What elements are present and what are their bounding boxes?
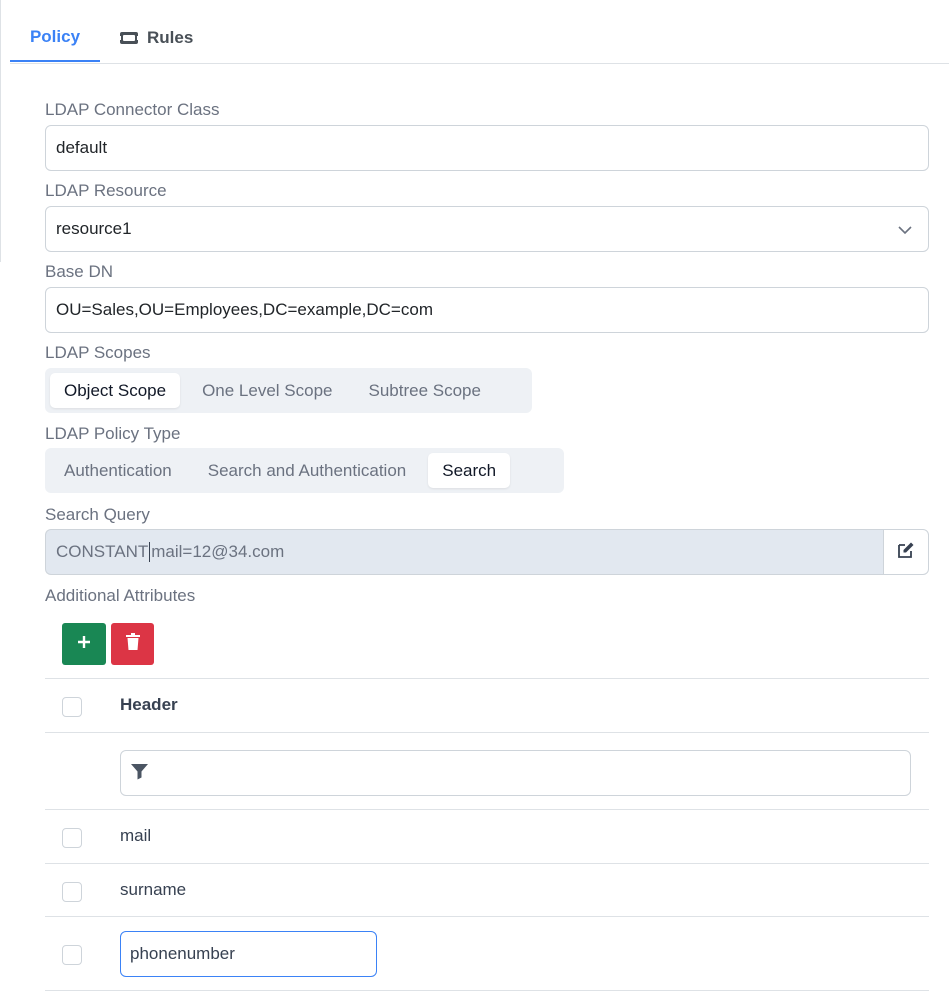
tab-rules[interactable]: Rules <box>100 14 214 62</box>
search-query-suffix: mail=12@34.com <box>151 542 285 561</box>
row-checkbox[interactable] <box>62 945 82 965</box>
table-filter-row <box>45 732 929 809</box>
column-header[interactable]: Header <box>120 695 178 715</box>
header-filter-input[interactable] <box>120 750 911 796</box>
select-all-checkbox[interactable] <box>62 697 82 717</box>
policy-type-search-button[interactable]: Search <box>428 453 511 488</box>
text-caret <box>149 542 151 562</box>
edit-icon <box>896 540 916 565</box>
resource-label: LDAP Resource <box>45 181 167 200</box>
edit-query-button[interactable] <box>883 529 929 575</box>
connector-class-input[interactable]: default <box>45 125 929 171</box>
row-checkbox[interactable] <box>62 882 82 902</box>
search-query-label: Search Query <box>45 505 150 524</box>
cell-edit-input[interactable]: phonenumber <box>120 931 377 977</box>
ticket-icon <box>119 30 139 46</box>
table-row: mail <box>45 809 929 863</box>
filter-icon <box>130 762 149 785</box>
cell-value: mail <box>120 826 152 845</box>
table-row: surname <box>45 863 929 916</box>
scope-subtree-button[interactable]: Subtree Scope <box>354 373 494 408</box>
policy-type-label: LDAP Policy Type <box>45 424 181 443</box>
ldap-policy-page: Policy Rules LDAP Connector Class defaul… <box>0 0 949 1004</box>
policy-type-selector: Authentication Search and Authentication… <box>45 448 564 493</box>
scope-one-level-button[interactable]: One Level Scope <box>188 373 346 408</box>
trash-icon <box>125 632 141 656</box>
tab-rules-label: Rules <box>147 28 194 47</box>
tab-policy-label: Policy <box>29 27 81 46</box>
left-border <box>0 0 1 262</box>
base-dn-value: OU=Sales,OU=Employees,DC=example,DC=com <box>56 300 433 319</box>
table-header-row: Header <box>45 678 929 732</box>
resource-value: resource1 <box>56 219 132 238</box>
search-query-input[interactable]: CONSTANT mail=12@34.com <box>45 529 883 575</box>
table-row: phonenumber <box>45 916 929 991</box>
policy-type-search-auth-button[interactable]: Search and Authentication <box>194 453 420 488</box>
connector-class-label: LDAP Connector Class <box>45 100 220 119</box>
chevron-down-icon <box>896 221 914 244</box>
scope-object-button[interactable]: Object Scope <box>50 373 181 408</box>
scopes-selector: Object Scope One Level Scope Subtree Sco… <box>45 368 532 413</box>
policy-type-authentication-button[interactable]: Authentication <box>50 453 186 488</box>
delete-attribute-button[interactable] <box>111 623 154 665</box>
search-query-prefix: CONSTANT <box>56 542 149 561</box>
plus-icon <box>76 634 92 655</box>
search-query-group: CONSTANT mail=12@34.com <box>45 529 929 575</box>
cell-edit-value: phonenumber <box>130 944 235 963</box>
row-checkbox[interactable] <box>62 828 82 848</box>
resource-select[interactable]: resource1 <box>45 206 929 252</box>
tab-policy[interactable]: Policy <box>10 14 100 62</box>
scopes-label: LDAP Scopes <box>45 343 151 362</box>
additional-attributes-label: Additional Attributes <box>45 586 196 605</box>
tab-bar: Policy Rules <box>10 14 949 64</box>
base-dn-input[interactable]: OU=Sales,OU=Employees,DC=example,DC=com <box>45 287 929 333</box>
connector-class-value: default <box>56 138 108 157</box>
cell-value: surname <box>120 880 187 899</box>
attributes-table: Header mail surname phonenumber <box>45 678 929 991</box>
base-dn-label: Base DN <box>45 262 114 281</box>
add-attribute-button[interactable] <box>62 623 106 665</box>
